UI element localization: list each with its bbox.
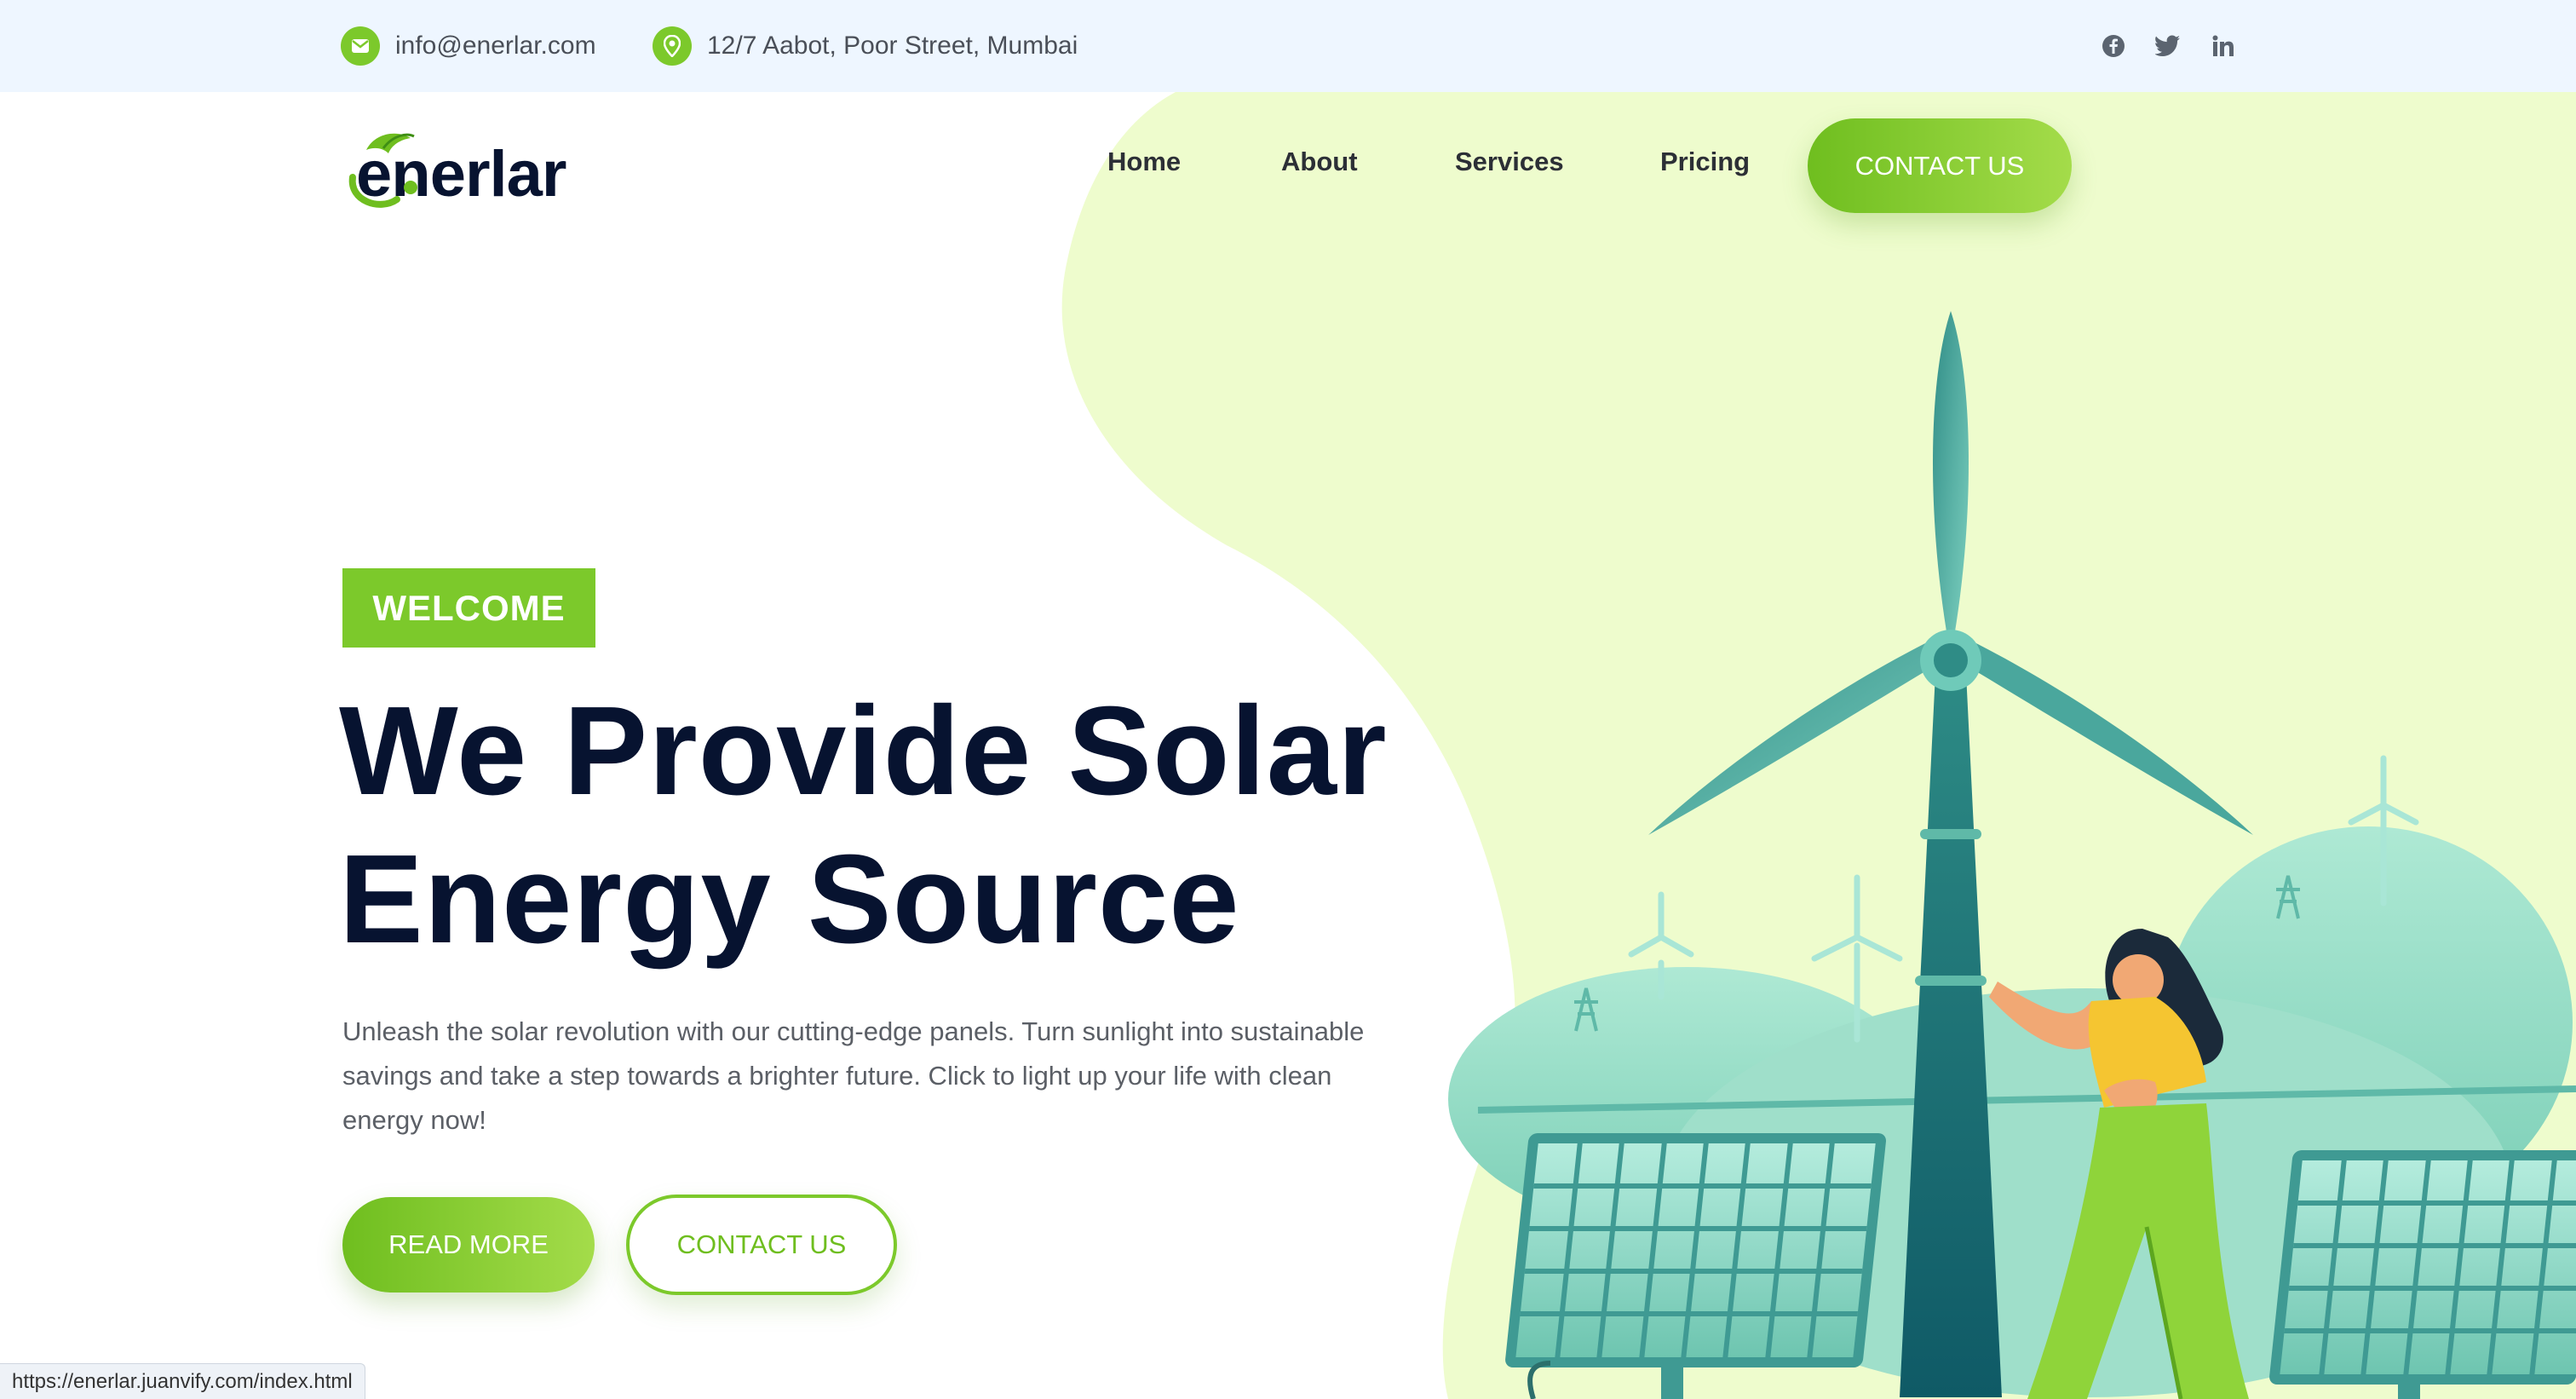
twitter-icon[interactable] bbox=[2151, 26, 2185, 66]
nav-contact-button[interactable]: CONTACT US bbox=[1808, 118, 2072, 213]
status-bar-url: https://enerlar.juanvify.com/index.html bbox=[0, 1363, 365, 1399]
nav-about[interactable]: About bbox=[1281, 147, 1358, 177]
hero-title: We Provide Solar Energy Source bbox=[339, 677, 1446, 974]
facebook-icon[interactable] bbox=[2096, 26, 2130, 66]
linkedin-icon[interactable] bbox=[2206, 26, 2240, 66]
location-pin-icon bbox=[653, 26, 692, 66]
nav-pricing[interactable]: Pricing bbox=[1660, 147, 1750, 177]
enerlar-logo[interactable]: enerlar bbox=[341, 126, 613, 211]
email-text: info@enerlar.com bbox=[395, 32, 596, 60]
top-contact-bar: info@enerlar.com 12/7 Aabot, Poor Street… bbox=[0, 0, 2576, 92]
svg-text:enerlar: enerlar bbox=[356, 138, 566, 210]
address-contact: 12/7 Aabot, Poor Street, Mumbai bbox=[653, 26, 1078, 66]
mail-icon bbox=[341, 26, 380, 66]
hero-description: Unleash the solar revolution with our cu… bbox=[342, 1016, 1365, 1135]
read-more-button[interactable]: READ MORE bbox=[342, 1197, 595, 1292]
hero-title-line-2: Energy Source bbox=[339, 829, 1240, 970]
hero-contact-button[interactable]: CONTACT US bbox=[626, 1195, 897, 1295]
email-contact[interactable]: info@enerlar.com bbox=[341, 26, 596, 66]
nav-home[interactable]: Home bbox=[1107, 147, 1181, 177]
hero-title-line-1: We Provide Solar bbox=[339, 681, 1388, 821]
address-text: 12/7 Aabot, Poor Street, Mumbai bbox=[707, 32, 1078, 60]
nav-services[interactable]: Services bbox=[1455, 147, 1564, 177]
welcome-badge: WELCOME bbox=[342, 568, 595, 648]
